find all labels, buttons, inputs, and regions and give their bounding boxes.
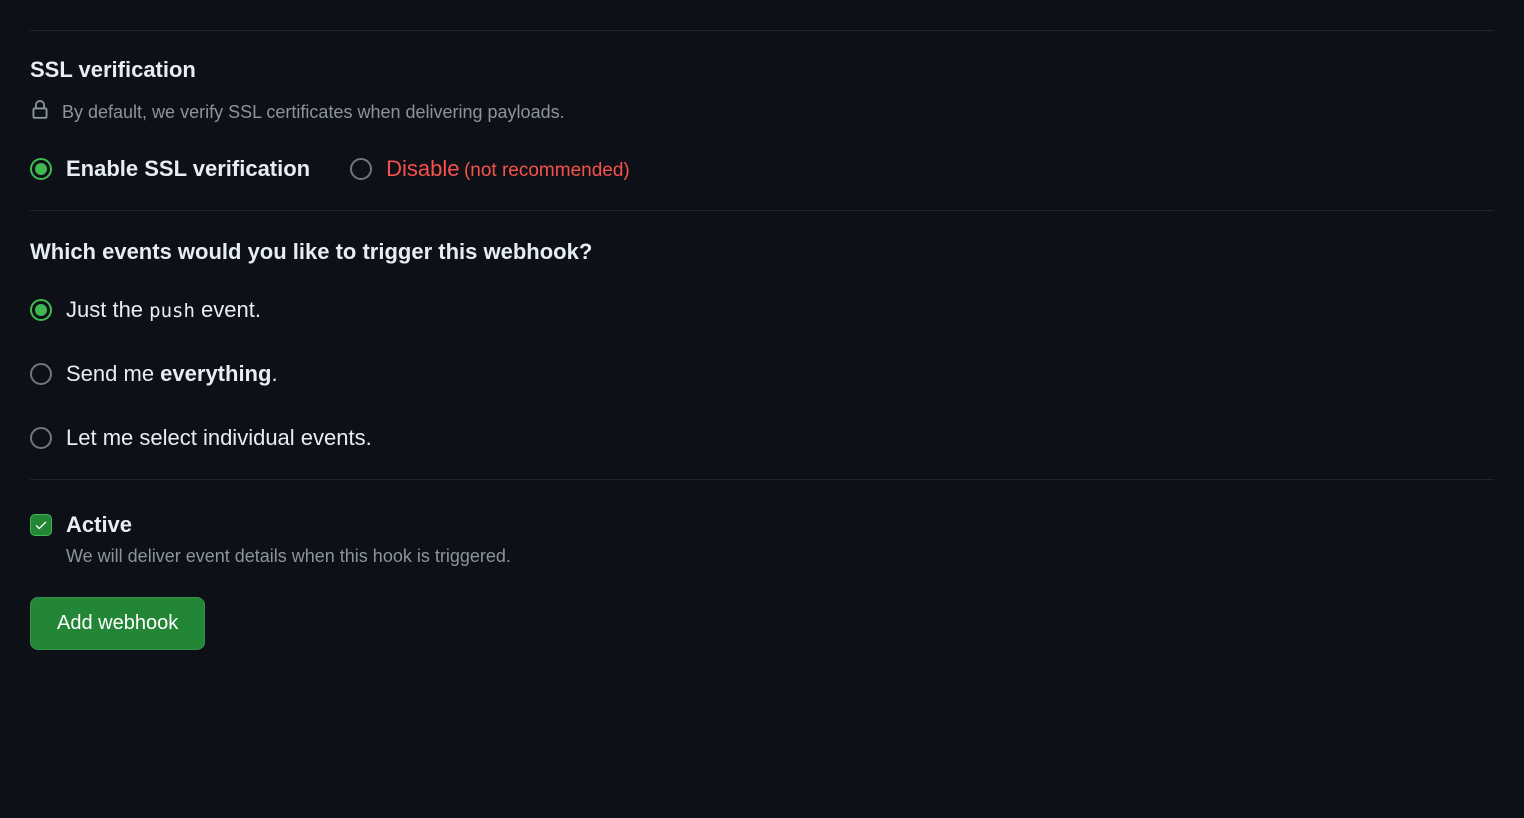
checkmark-icon [34,518,48,532]
lock-icon [30,99,50,126]
active-label: Active [66,512,511,538]
ssl-enable-option[interactable]: Enable SSL verification [30,156,310,182]
events-everything-label: Send me everything. [66,361,278,387]
radio-unselected-icon [350,158,372,180]
active-content: Active We will deliver event details whe… [66,512,511,567]
active-checkbox[interactable] [30,514,52,536]
radio-selected-icon [30,299,52,321]
ssl-enable-label: Enable SSL verification [66,156,310,182]
ssl-verification-section: SSL verification By default, we verify S… [30,30,1494,211]
active-section: Active We will deliver event details whe… [30,508,1494,650]
radio-unselected-icon [30,427,52,449]
events-individual-option[interactable]: Let me select individual events. [30,425,1494,451]
ssl-description-text: By default, we verify SSL certificates w… [62,102,565,123]
add-webhook-button[interactable]: Add webhook [30,597,205,650]
events-radio-group: Just the push event. Send me everything.… [30,297,1494,451]
events-individual-label: Let me select individual events. [66,425,372,451]
events-everything-option[interactable]: Send me everything. [30,361,1494,387]
ssl-radio-group: Enable SSL verification Disable (not rec… [30,156,1494,182]
ssl-disable-label: Disable (not recommended) [386,156,630,182]
events-just-push-option[interactable]: Just the push event. [30,297,1494,323]
ssl-disable-option[interactable]: Disable (not recommended) [350,156,630,182]
active-description: We will deliver event details when this … [66,546,511,567]
ssl-heading: SSL verification [30,57,1494,83]
events-just-push-label: Just the push event. [66,297,261,323]
radio-selected-icon [30,158,52,180]
active-checkbox-row: Active We will deliver event details whe… [30,512,1494,567]
radio-unselected-icon [30,363,52,385]
events-heading: Which events would you like to trigger t… [30,239,1494,265]
events-section: Which events would you like to trigger t… [30,239,1494,480]
ssl-description-row: By default, we verify SSL certificates w… [30,99,1494,126]
